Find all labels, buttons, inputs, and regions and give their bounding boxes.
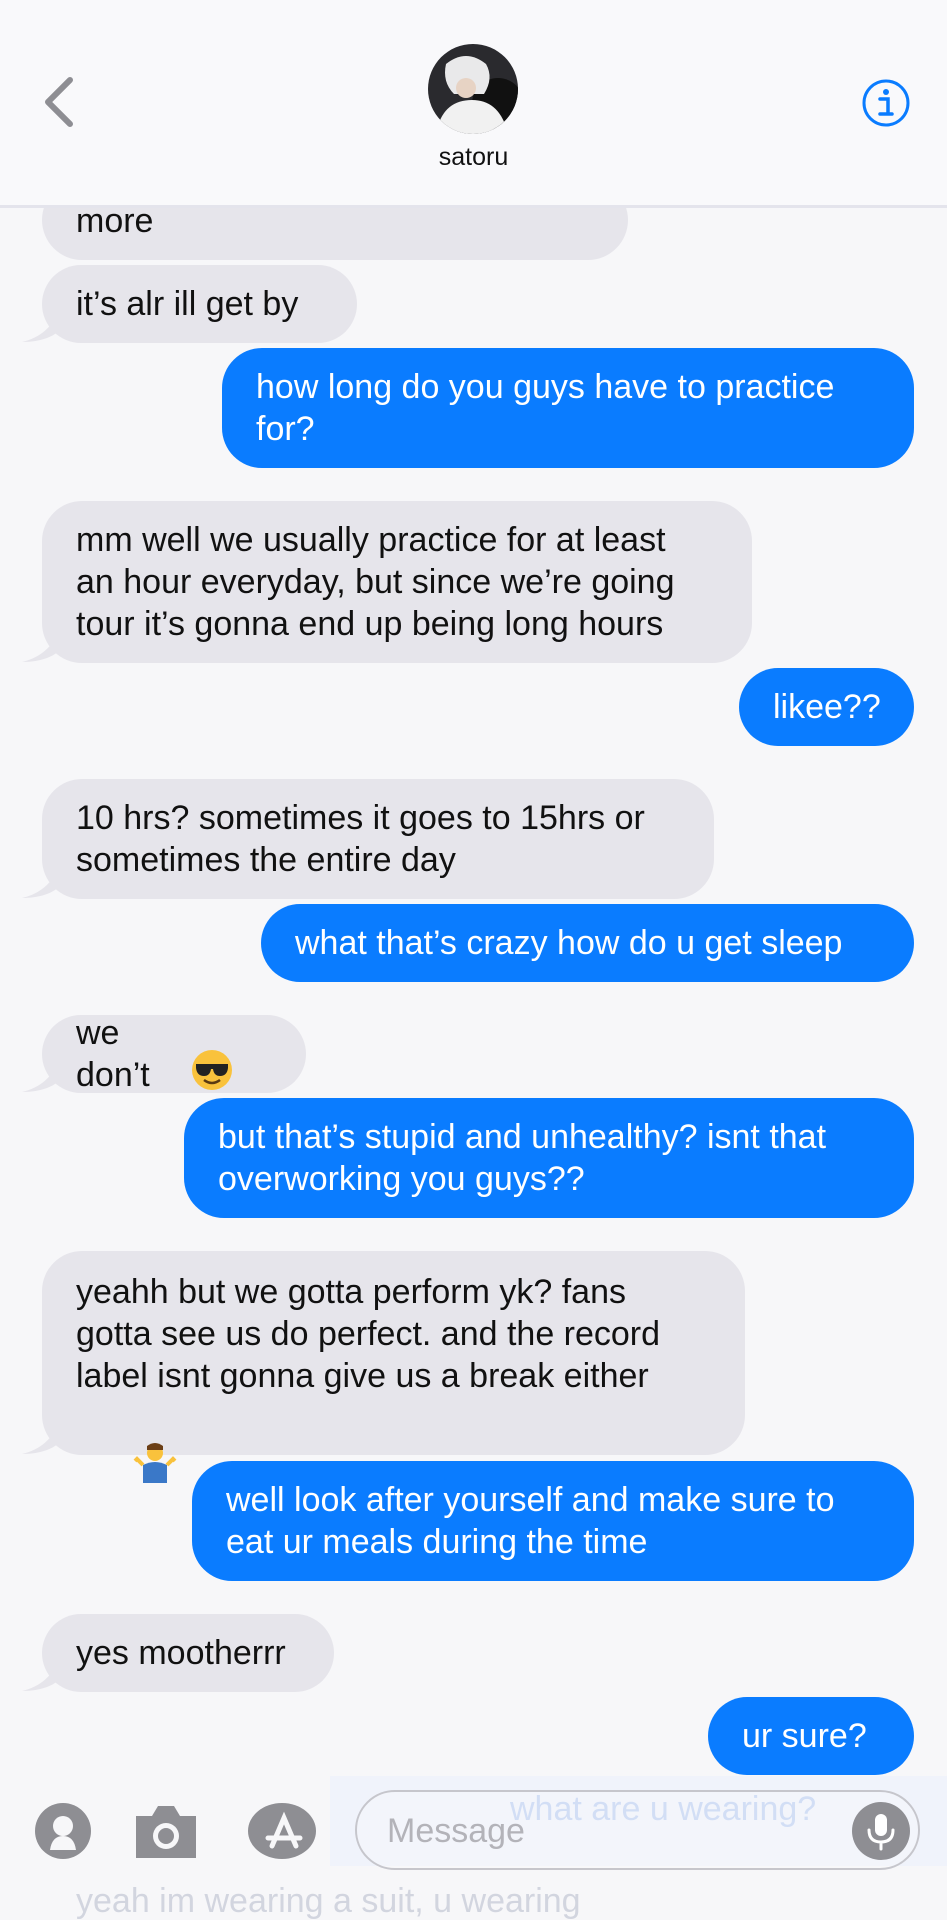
outgoing-message[interactable]: well look after yourself and make sure t… bbox=[192, 1461, 914, 1581]
contact-name[interactable]: satoru bbox=[0, 143, 947, 172]
person-shrugging-icon bbox=[76, 1399, 177, 1535]
avatar[interactable] bbox=[428, 44, 518, 134]
outgoing-message[interactable]: ur sure? bbox=[708, 1697, 914, 1775]
incoming-message[interactable]: it’s alr ill get by bbox=[42, 265, 357, 343]
bubble-tail bbox=[22, 1420, 60, 1454]
message-text: how long do you guys have to practice fo… bbox=[256, 368, 835, 448]
bubble-tail bbox=[22, 1058, 60, 1092]
message-text: likee?? bbox=[773, 688, 881, 726]
message-text: we don’t bbox=[76, 1014, 150, 1094]
outgoing-message[interactable]: how long do you guys have to practice fo… bbox=[222, 348, 914, 468]
message-input-field[interactable] bbox=[355, 1790, 920, 1870]
app-store-icon[interactable] bbox=[246, 1802, 324, 1860]
incoming-message[interactable]: we don’t bbox=[42, 1014, 306, 1094]
bubble-tail bbox=[22, 864, 60, 898]
message-text: 10 hrs? sometimes it goes to 15hrs or so… bbox=[76, 799, 645, 879]
message-text: well look after yourself and make sure t… bbox=[226, 1481, 835, 1561]
incoming-message[interactable]: 10 hrs? sometimes it goes to 15hrs or so… bbox=[42, 779, 714, 899]
incoming-message[interactable]: yeahh but we gotta perform yk? fans gott… bbox=[42, 1251, 745, 1483]
message-text: yes mootherrr bbox=[76, 1634, 286, 1672]
message-text: yeahh but we gotta perform yk? fans gott… bbox=[76, 1273, 661, 1395]
message-input[interactable] bbox=[387, 1806, 827, 1856]
message-text: mm well we usually practice for at least… bbox=[76, 521, 675, 643]
bubble-tail bbox=[22, 308, 60, 342]
ghost-incoming-text: yeah im wearing a suit, u wearing bbox=[76, 1882, 581, 1920]
outgoing-message[interactable]: likee?? bbox=[739, 668, 914, 746]
message-text: ur sure? bbox=[742, 1717, 867, 1755]
message-text: it’s alr ill get by bbox=[76, 285, 299, 323]
bubble-tail bbox=[22, 628, 60, 662]
back-chevron-icon[interactable] bbox=[38, 74, 82, 130]
outgoing-message[interactable]: but that’s stupid and unhealthy? isnt th… bbox=[184, 1098, 914, 1218]
contact-photo-icon[interactable] bbox=[34, 1802, 92, 1860]
composer-bar: what are u wearing? yeah im wearing a su… bbox=[0, 1776, 947, 1920]
message-thread[interactable]: yup and now we’ve got more it’s alr ill … bbox=[0, 0, 947, 1920]
outgoing-message[interactable]: what that’s crazy how do u get sleep bbox=[261, 904, 914, 982]
info-icon[interactable] bbox=[861, 78, 911, 128]
camera-icon[interactable] bbox=[130, 1802, 202, 1862]
incoming-message[interactable]: yes mootherrr bbox=[42, 1614, 334, 1692]
incoming-message[interactable]: mm well we usually practice for at least… bbox=[42, 501, 752, 663]
message-text: what that’s crazy how do u get sleep bbox=[295, 924, 843, 962]
conversation-header: satoru bbox=[0, 0, 947, 208]
message-text: but that’s stupid and unhealthy? isnt th… bbox=[218, 1118, 827, 1198]
microphone-icon bbox=[867, 1814, 895, 1851]
bubble-tail bbox=[22, 1657, 60, 1691]
microphone-button[interactable] bbox=[852, 1802, 910, 1860]
